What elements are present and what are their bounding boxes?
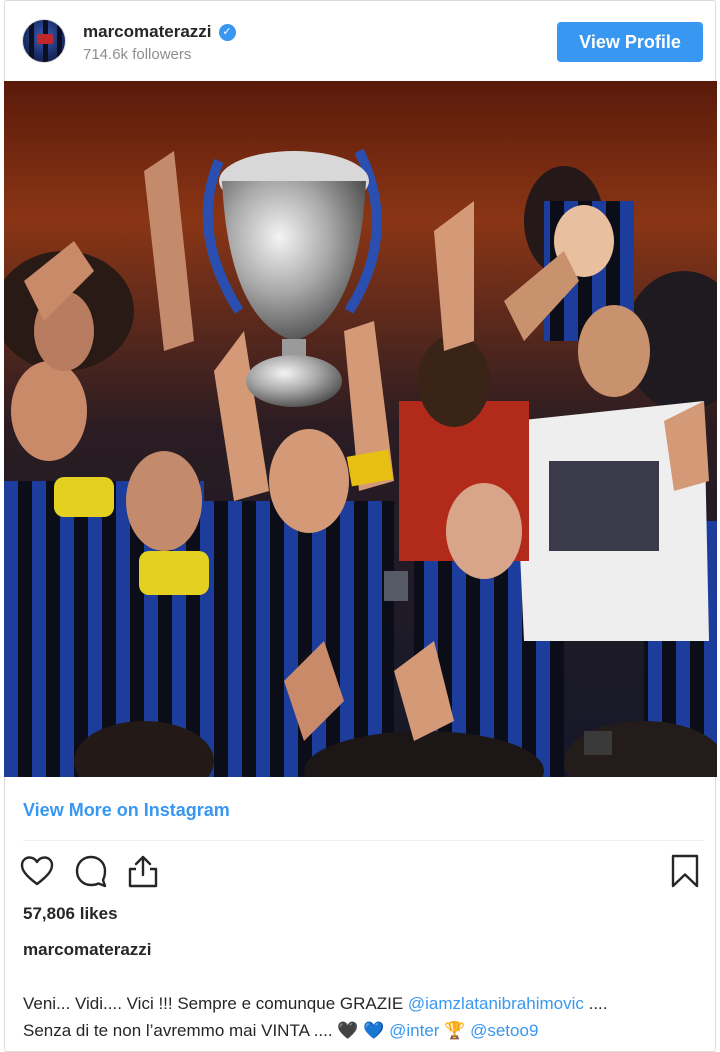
view-more-link[interactable]: View More on Instagram: [23, 800, 230, 821]
avatar-stripe: [57, 20, 62, 62]
mention-link[interactable]: @iamzlatanibrahimovic: [408, 994, 584, 1013]
divider: [23, 840, 703, 841]
post-header: marcomaterazzi ✓ 714.6k followers View P…: [5, 1, 715, 81]
username-row: marcomaterazzi ✓: [83, 22, 236, 42]
mention-link[interactable]: @inter: [389, 1021, 439, 1040]
post-photo[interactable]: [4, 81, 717, 777]
instagram-embed-card: marcomaterazzi ✓ 714.6k followers View P…: [4, 0, 717, 1052]
avatar-stripe: [29, 20, 34, 62]
avatar-detail: [37, 34, 53, 44]
followers-count: 714.6k followers: [83, 46, 192, 63]
share-upload-icon[interactable]: [125, 853, 161, 889]
celebration-photo: [4, 81, 717, 777]
caption-username[interactable]: marcomaterazzi: [23, 940, 152, 960]
verified-check-icon: ✓: [218, 23, 236, 41]
username[interactable]: marcomaterazzi: [83, 22, 212, 42]
caption-text: Senza di te non l’avremmo mai VINTA ....: [23, 1021, 338, 1040]
mention-link[interactable]: @setoo9: [470, 1021, 538, 1040]
black-heart-emoji: 🖤: [337, 1021, 359, 1040]
like-heart-icon[interactable]: [19, 853, 55, 889]
caption-text: ....: [583, 994, 608, 1013]
bookmark-save-icon[interactable]: [667, 853, 703, 889]
comment-bubble-icon[interactable]: [73, 853, 109, 889]
post-caption: Veni... Vidi.... Vici !!! Sempre e comun…: [23, 990, 709, 1044]
likes-count[interactable]: 57,806 likes: [23, 904, 118, 924]
view-profile-button[interactable]: View Profile: [557, 22, 703, 62]
trophy-emoji: 🏆: [444, 1021, 466, 1040]
blue-heart-emoji: 💙: [363, 1021, 385, 1040]
avatar[interactable]: [22, 19, 66, 63]
caption-text: Veni... Vidi.... Vici !!! Sempre e comun…: [23, 994, 408, 1013]
